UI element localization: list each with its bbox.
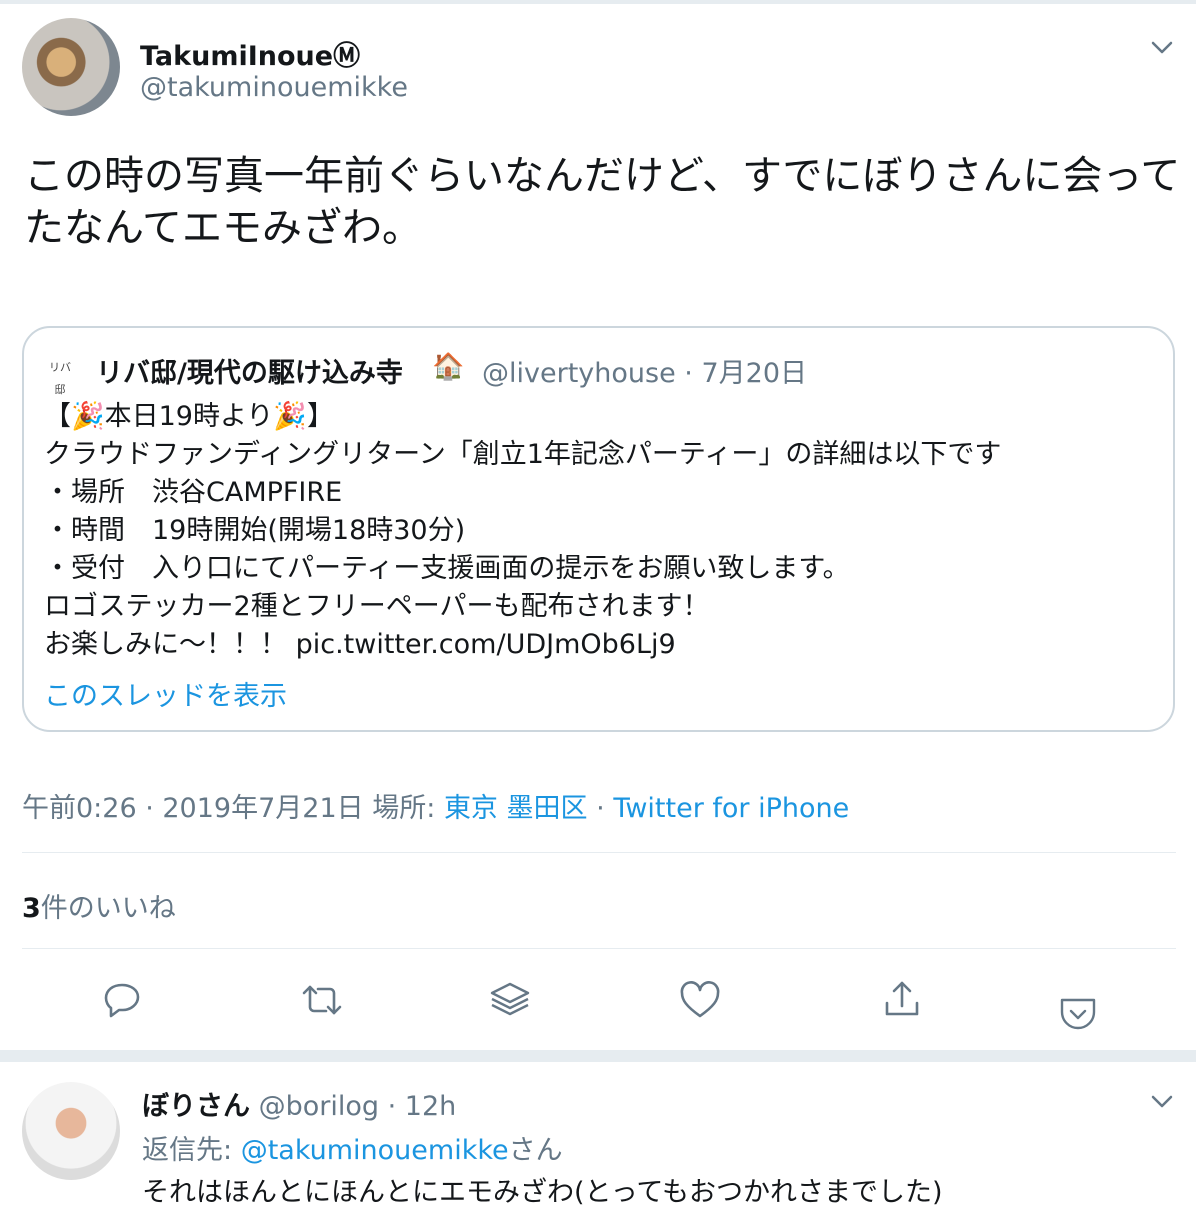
reply-author-name[interactable]: ぼりさん (142, 1091, 250, 1122)
likes-count[interactable]: 3件のいいね (22, 886, 176, 925)
author-name[interactable]: TakumiInoueⓂ (140, 34, 360, 73)
tweet-text: この時の写真一年前ぐらいなんだけど、すでにぼりさんに会ってたなんてエモみざわ。 (24, 153, 1181, 251)
reply-to-suffix: さん (508, 1135, 563, 1166)
tweet-meta: 午前0:26 · 2019年7月21日 場所: 東京 墨田区 · Twitter… (22, 786, 849, 825)
likes-number: 3 (22, 893, 41, 924)
share-icon[interactable] (878, 976, 926, 1024)
chevron-down-icon[interactable] (1144, 1084, 1180, 1120)
likes-label: 件のいいね (40, 893, 176, 924)
section-separator (0, 1050, 1196, 1062)
reply-to-handle[interactable]: @takuminouemikke (241, 1135, 509, 1166)
reply-author-handle[interactable]: @borilog (259, 1091, 379, 1122)
reply-to-line: 返信先: @takuminouemikkeさん (142, 1128, 563, 1167)
top-divider (0, 0, 1196, 4)
location-link[interactable]: 東京 墨田区 (444, 793, 588, 824)
quote-meta: @livertyhouse · 7月20日 (482, 351, 807, 390)
reply-header: ぼりさん @borilog · 12h (142, 1084, 456, 1123)
heart-icon[interactable] (676, 976, 724, 1024)
meta-dot: · (596, 793, 605, 824)
quote-author-handle[interactable]: @livertyhouse (482, 358, 676, 389)
house-emoji-icon: 🏠 (432, 352, 465, 382)
pocket-icon[interactable] (1054, 990, 1102, 1038)
quote-date[interactable]: 7月20日 (701, 358, 807, 389)
author-avatar[interactable] (22, 18, 120, 116)
quote-logo: リバ邸 (49, 361, 71, 396)
reply-author-avatar[interactable] (22, 1082, 120, 1180)
divider (22, 852, 1176, 853)
divider (22, 948, 1176, 949)
reply-text: それはほんとにほんとにエモみざわ(とってもおつかれさまでした) (142, 1177, 943, 1208)
reply-dot: · (387, 1091, 397, 1122)
source-link[interactable]: Twitter for iPhone (613, 793, 849, 824)
quote-dot: · (684, 358, 693, 389)
retweet-icon[interactable] (298, 976, 346, 1024)
quote-author-name[interactable]: リバ邸/現代の駆け込み寺 (96, 351, 403, 390)
tweet-time[interactable]: 午前0:26 · 2019年7月21日 (22, 793, 364, 824)
author-handle[interactable]: @takuminouemikke (140, 72, 408, 103)
location-label: 場所: (372, 793, 436, 824)
reply-icon[interactable] (98, 976, 146, 1024)
reply-time[interactable]: 12h (405, 1091, 456, 1122)
layers-icon[interactable] (486, 976, 534, 1024)
reply-to-label: 返信先: (142, 1135, 233, 1166)
chevron-down-icon[interactable] (1144, 30, 1180, 66)
show-thread-link[interactable]: このスレッドを表示 (44, 674, 287, 713)
quote-body: 【🎉本日19時より🎉】 クラウドファンディングリターン「創立1年記念パーティー」… (44, 401, 1002, 660)
